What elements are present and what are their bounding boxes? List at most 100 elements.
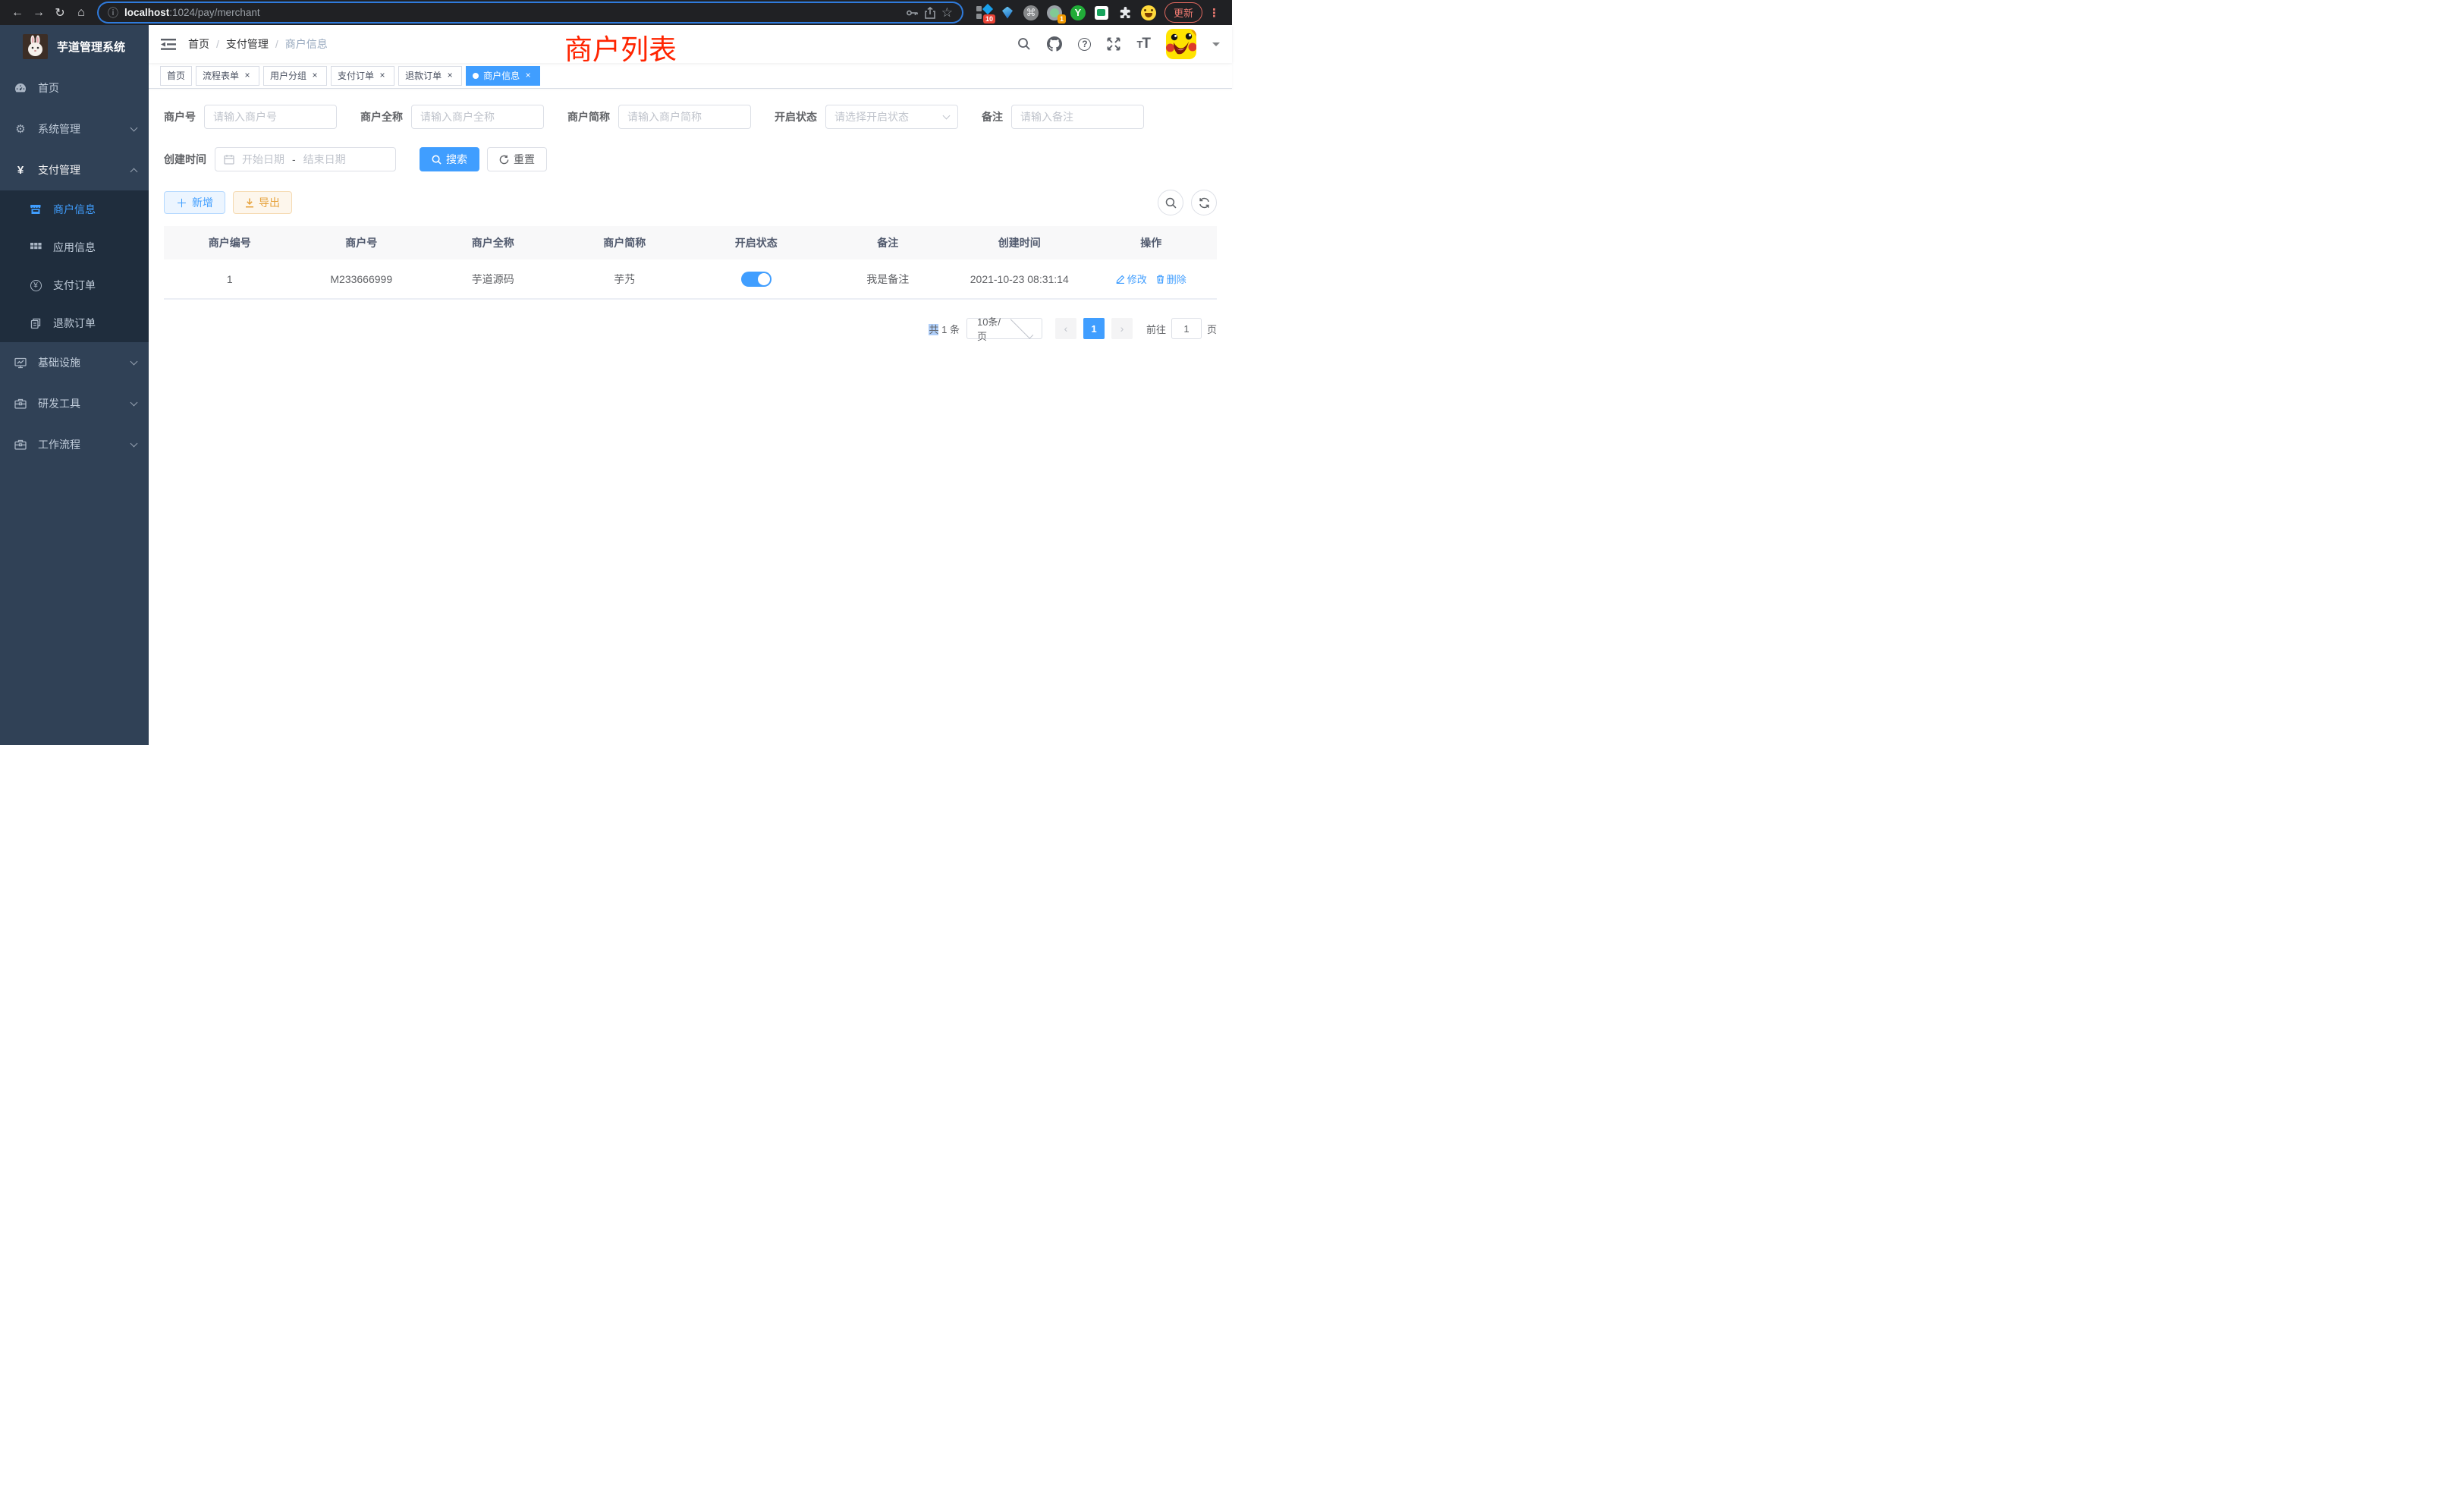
sidebar-logo[interactable]: 芋道管理系统: [0, 25, 149, 68]
sidebar-item-merchant-info[interactable]: 商户信息: [0, 190, 149, 228]
col-create-time: 创建时间: [954, 226, 1086, 259]
share-icon[interactable]: [925, 7, 935, 19]
search-icon[interactable]: [1017, 37, 1031, 51]
tab-process-form[interactable]: 流程表单×: [196, 66, 259, 86]
col-actions: 操作: [1086, 226, 1218, 259]
cell-remark: 我是备注: [822, 259, 954, 298]
next-page-button[interactable]: ›: [1111, 318, 1133, 339]
sidebar-item-label: 支付管理: [38, 162, 120, 178]
avatar[interactable]: [1166, 29, 1196, 59]
filter-create-time: 创建时间 -: [164, 147, 396, 171]
text-size-icon[interactable]: TT: [1136, 36, 1150, 52]
col-merchant-id: 商户编号: [164, 226, 296, 259]
filter-label: 商户简称: [567, 109, 610, 124]
chevron-down-icon: [130, 358, 138, 366]
page-content: 商户号 商户全称 商户简称 开启状态: [149, 89, 1232, 745]
page-1-button[interactable]: 1: [1083, 318, 1105, 339]
browser-menu-icon[interactable]: ⋮: [1204, 6, 1224, 20]
sidebar-item-system[interactable]: ⚙ 系统管理: [0, 108, 149, 149]
refresh-icon[interactable]: [1191, 190, 1217, 215]
add-button[interactable]: ＋ 新增: [164, 191, 225, 214]
prev-page-button[interactable]: ‹: [1055, 318, 1076, 339]
delete-button[interactable]: 删除: [1156, 272, 1186, 286]
sidebar-item-payment[interactable]: ¥ 支付管理: [0, 149, 149, 190]
close-icon[interactable]: ×: [310, 71, 320, 81]
extension-recorder-icon[interactable]: 1: [1046, 5, 1063, 21]
page-size-select[interactable]: 10条/页: [966, 318, 1042, 339]
col-remark: 备注: [822, 226, 954, 259]
bookmark-star-icon[interactable]: ☆: [941, 5, 953, 20]
help-icon[interactable]: ?: [1078, 38, 1091, 51]
sidebar-item-dev-tools[interactable]: 研发工具: [0, 383, 149, 424]
status-select-input[interactable]: [834, 111, 944, 123]
remark-input[interactable]: [1020, 111, 1135, 123]
merchant-short-name-input[interactable]: [627, 111, 742, 123]
extension-emoji-icon[interactable]: [1140, 5, 1157, 21]
goto-page-input[interactable]: [1171, 318, 1202, 339]
breadcrumb-separator: /: [275, 38, 278, 50]
table-header-row: 商户编号 商户号 商户全称 商户简称 开启状态 备注 创建时间 操作: [164, 226, 1217, 259]
site-info-icon[interactable]: ⓘ: [108, 5, 118, 20]
fullscreen-icon[interactable]: [1107, 37, 1120, 51]
edit-button[interactable]: 修改: [1116, 272, 1147, 286]
cell-merchant-id: 1: [164, 259, 296, 298]
start-date-input[interactable]: [240, 153, 287, 165]
status-toggle[interactable]: [741, 272, 772, 287]
extension-command-icon[interactable]: ⌘: [1023, 5, 1039, 21]
navbar-tools: ? TT: [1017, 29, 1220, 59]
merchant-full-name-input[interactable]: [420, 111, 535, 123]
extension-chat-icon[interactable]: [1093, 5, 1110, 21]
filter-row-2: 创建时间 - 搜索 重置: [164, 147, 1217, 171]
tab-home[interactable]: 首页: [160, 66, 192, 86]
sidebar-item-infrastructure[interactable]: 基础设施: [0, 342, 149, 383]
active-dot: [473, 73, 479, 79]
close-icon[interactable]: ×: [445, 71, 455, 81]
document-icon: [30, 318, 42, 329]
close-icon[interactable]: ×: [377, 71, 388, 81]
pagination: 共 1 条 10条/页 ‹ 1 › 前往 页: [164, 318, 1217, 339]
sidebar-item-refund-order[interactable]: 退款订单: [0, 304, 149, 342]
search-button[interactable]: 搜索: [420, 147, 479, 171]
merchant-table: 商户编号 商户号 商户全称 商户简称 开启状态 备注 创建时间 操作 1 M23…: [164, 226, 1217, 300]
browser-home-button[interactable]: ⌂: [71, 3, 91, 23]
end-date-input[interactable]: [301, 153, 348, 165]
reset-button[interactable]: 重置: [487, 147, 547, 171]
browser-update-button[interactable]: 更新: [1164, 2, 1202, 23]
gear-icon: ⚙: [14, 122, 27, 136]
browser-back-button[interactable]: ←: [8, 3, 27, 23]
avatar-caret-icon[interactable]: [1212, 42, 1220, 50]
tab-pay-order[interactable]: 支付订单×: [331, 66, 394, 86]
close-icon[interactable]: ×: [242, 71, 253, 81]
github-icon[interactable]: [1047, 36, 1062, 52]
address-bar[interactable]: ⓘ localhost:1024/pay/merchant ☆: [99, 3, 962, 22]
close-icon[interactable]: ×: [523, 71, 533, 81]
tab-merchant-info[interactable]: 商户信息×: [466, 66, 540, 86]
goto-label: 前往: [1146, 322, 1166, 336]
status-select[interactable]: [825, 105, 958, 129]
sidebar-item-pay-order[interactable]: ¥ 支付订单: [0, 266, 149, 304]
browser-reload-button[interactable]: ↻: [50, 3, 70, 23]
export-button[interactable]: 导出: [233, 191, 292, 214]
merchant-no-input[interactable]: [213, 111, 328, 123]
edit-pencil-icon: [1116, 275, 1125, 284]
browser-forward-button[interactable]: →: [29, 3, 49, 23]
briefcase-icon: [14, 439, 27, 450]
extension-badge-10: 10: [983, 14, 995, 24]
breadcrumb-home[interactable]: 首页: [188, 36, 209, 52]
sidebar-item-home[interactable]: 首页: [0, 68, 149, 108]
url-text: localhost:1024/pay/merchant: [124, 7, 900, 18]
tab-refund-order[interactable]: 退款订单×: [398, 66, 462, 86]
show-search-icon[interactable]: [1158, 190, 1183, 215]
extensions-puzzle-icon[interactable]: [1117, 5, 1133, 21]
sidebar-item-workflow[interactable]: 工作流程: [0, 424, 149, 465]
sidebar-toggle-button[interactable]: [149, 25, 188, 63]
breadcrumb-payment[interactable]: 支付管理: [226, 36, 269, 52]
sidebar-item-app-info[interactable]: 应用信息: [0, 228, 149, 266]
extension-tabs-icon[interactable]: 10: [976, 5, 992, 21]
extension-y-icon[interactable]: Y: [1070, 5, 1086, 21]
date-range-picker[interactable]: -: [215, 147, 396, 171]
extension-gem-icon[interactable]: [999, 5, 1016, 21]
tab-user-group[interactable]: 用户分组×: [263, 66, 327, 86]
chevron-up-icon: [130, 168, 138, 175]
password-key-icon[interactable]: [906, 8, 919, 18]
